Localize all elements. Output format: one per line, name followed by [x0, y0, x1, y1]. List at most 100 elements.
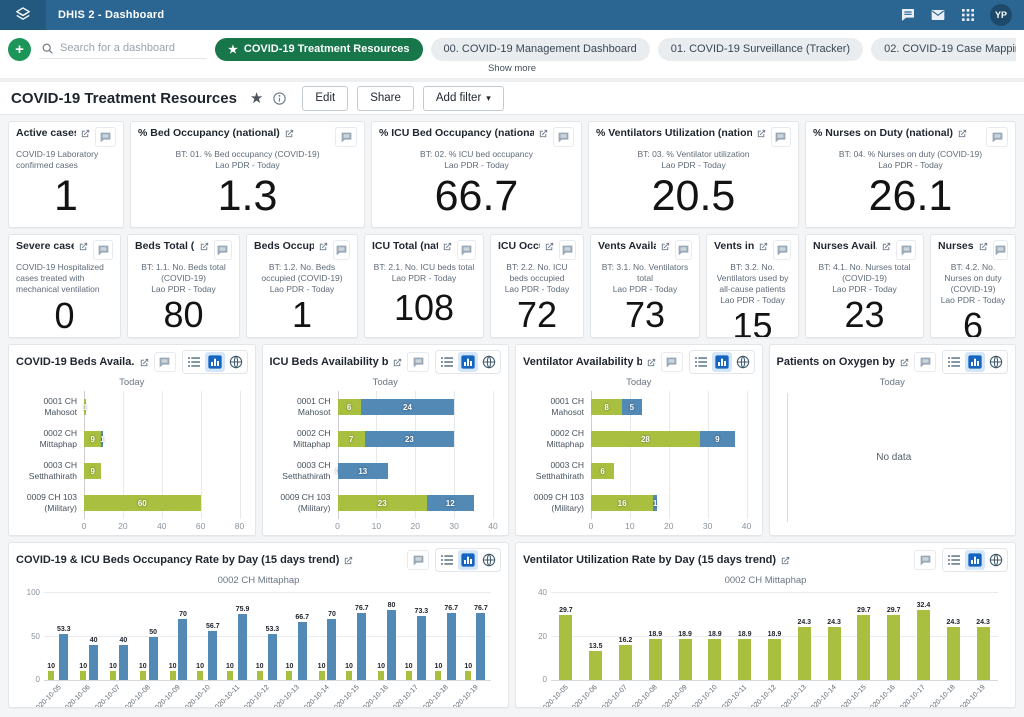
chart-view-icon[interactable]	[712, 352, 732, 372]
interpretations-button[interactable]	[661, 352, 683, 372]
bar-segment[interactable]: 16	[591, 495, 653, 511]
bar[interactable]	[59, 634, 68, 680]
interpretations-button[interactable]	[771, 127, 791, 147]
bar[interactable]	[977, 627, 990, 680]
bar[interactable]	[227, 671, 233, 680]
interpretations-button[interactable]	[407, 550, 429, 570]
table-view-icon[interactable]	[437, 550, 457, 570]
open-in-app-icon[interactable]	[284, 128, 295, 139]
map-view-icon[interactable]	[986, 352, 1006, 372]
map-view-icon[interactable]	[226, 352, 246, 372]
bar[interactable]	[387, 610, 396, 680]
bar[interactable]	[447, 613, 456, 680]
bar[interactable]	[708, 639, 721, 680]
map-view-icon[interactable]	[733, 352, 753, 372]
interpretations-button[interactable]	[914, 550, 936, 570]
bar-segment[interactable]: 60	[84, 495, 201, 511]
bar[interactable]	[465, 671, 471, 680]
bar[interactable]	[119, 645, 128, 680]
bar[interactable]	[619, 645, 632, 680]
bar[interactable]	[257, 671, 263, 680]
open-in-app-icon[interactable]	[343, 555, 354, 566]
open-in-app-icon[interactable]	[318, 241, 329, 252]
dashboard-search[interactable]	[39, 40, 207, 59]
open-in-app-icon[interactable]	[660, 241, 671, 252]
map-view-icon[interactable]	[479, 550, 499, 570]
bar[interactable]	[378, 671, 384, 680]
avatar[interactable]: YP	[990, 4, 1012, 26]
new-dashboard-button[interactable]: +	[8, 38, 31, 61]
bar-segment[interactable]: 5	[622, 399, 641, 415]
chart-view-icon[interactable]	[458, 550, 478, 570]
bar[interactable]	[679, 639, 692, 680]
show-more-link[interactable]: Show more	[0, 63, 1024, 78]
bar[interactable]	[947, 627, 960, 680]
star-icon[interactable]: ★	[250, 91, 263, 106]
dhis2-logo[interactable]	[0, 0, 46, 30]
apps-menu-icon[interactable]	[960, 7, 976, 23]
bar-segment[interactable]: 24	[361, 399, 454, 415]
bar[interactable]	[110, 671, 116, 680]
bar[interactable]	[327, 619, 336, 680]
open-in-app-icon[interactable]	[780, 555, 791, 566]
bar-segment[interactable]: 9	[84, 463, 101, 479]
table-view-icon[interactable]	[437, 352, 457, 372]
bar[interactable]	[80, 671, 86, 680]
bar-segment[interactable]: 9	[700, 431, 735, 447]
interpretations-button[interactable]	[95, 127, 116, 147]
chart-view-icon[interactable]	[965, 550, 985, 570]
bar[interactable]	[559, 615, 572, 680]
dashboard-chip[interactable]: 02. COVID-19 Case Mapping (Tracker)	[871, 38, 1016, 61]
interpretations-button[interactable]	[214, 240, 232, 260]
share-button[interactable]: Share	[357, 86, 414, 111]
open-in-app-icon[interactable]	[199, 241, 210, 252]
interpretations-button[interactable]	[675, 240, 692, 260]
open-in-app-icon[interactable]	[957, 128, 968, 139]
edit-button[interactable]: Edit	[302, 86, 348, 111]
bar-segment[interactable]: 1	[653, 495, 657, 511]
table-view-icon[interactable]	[184, 352, 204, 372]
chart-view-icon[interactable]	[458, 352, 478, 372]
bar[interactable]	[89, 645, 98, 680]
bar[interactable]	[857, 615, 870, 680]
open-in-app-icon[interactable]	[392, 357, 403, 368]
open-in-app-icon[interactable]	[756, 128, 767, 139]
bar[interactable]	[238, 614, 247, 680]
bar[interactable]	[406, 671, 412, 680]
search-input[interactable]	[60, 42, 200, 54]
bar-segment[interactable]: 8	[591, 399, 622, 415]
bar-segment[interactable]: 13	[338, 463, 389, 479]
bar[interactable]	[197, 671, 203, 680]
open-in-app-icon[interactable]	[899, 357, 910, 368]
bar[interactable]	[298, 622, 307, 680]
table-view-icon[interactable]	[944, 550, 964, 570]
bar[interactable]	[170, 671, 176, 680]
dashboard-chip[interactable]: 00. COVID-19 Management Dashboard	[431, 38, 650, 61]
bar[interactable]	[476, 613, 485, 680]
interpretations-button[interactable]	[896, 240, 916, 260]
dashboard-chip[interactable]: ★COVID-19 Treatment Resources	[215, 38, 423, 61]
bar[interactable]	[738, 639, 751, 680]
interpretations-button[interactable]	[773, 240, 791, 260]
bar-segment[interactable]: 1	[101, 431, 103, 447]
bar[interactable]	[48, 671, 54, 680]
open-in-app-icon[interactable]	[758, 241, 769, 252]
open-in-app-icon[interactable]	[80, 128, 91, 139]
info-icon[interactable]	[272, 91, 287, 106]
open-in-app-icon[interactable]	[78, 241, 89, 252]
open-in-app-icon[interactable]	[442, 241, 453, 252]
open-in-app-icon[interactable]	[646, 357, 657, 368]
bar[interactable]	[768, 639, 781, 680]
interpretations-button[interactable]	[335, 127, 357, 147]
bar[interactable]	[417, 616, 426, 680]
bar[interactable]	[286, 671, 292, 680]
interpretations-icon[interactable]	[900, 7, 916, 23]
table-view-icon[interactable]	[944, 352, 964, 372]
bar[interactable]	[319, 671, 325, 680]
bar[interactable]	[798, 627, 811, 680]
bar[interactable]	[268, 634, 277, 680]
chart-view-icon[interactable]	[965, 352, 985, 372]
bar-segment[interactable]: 1	[84, 399, 86, 415]
interpretations-button[interactable]	[914, 352, 936, 372]
open-in-app-icon[interactable]	[139, 357, 150, 368]
